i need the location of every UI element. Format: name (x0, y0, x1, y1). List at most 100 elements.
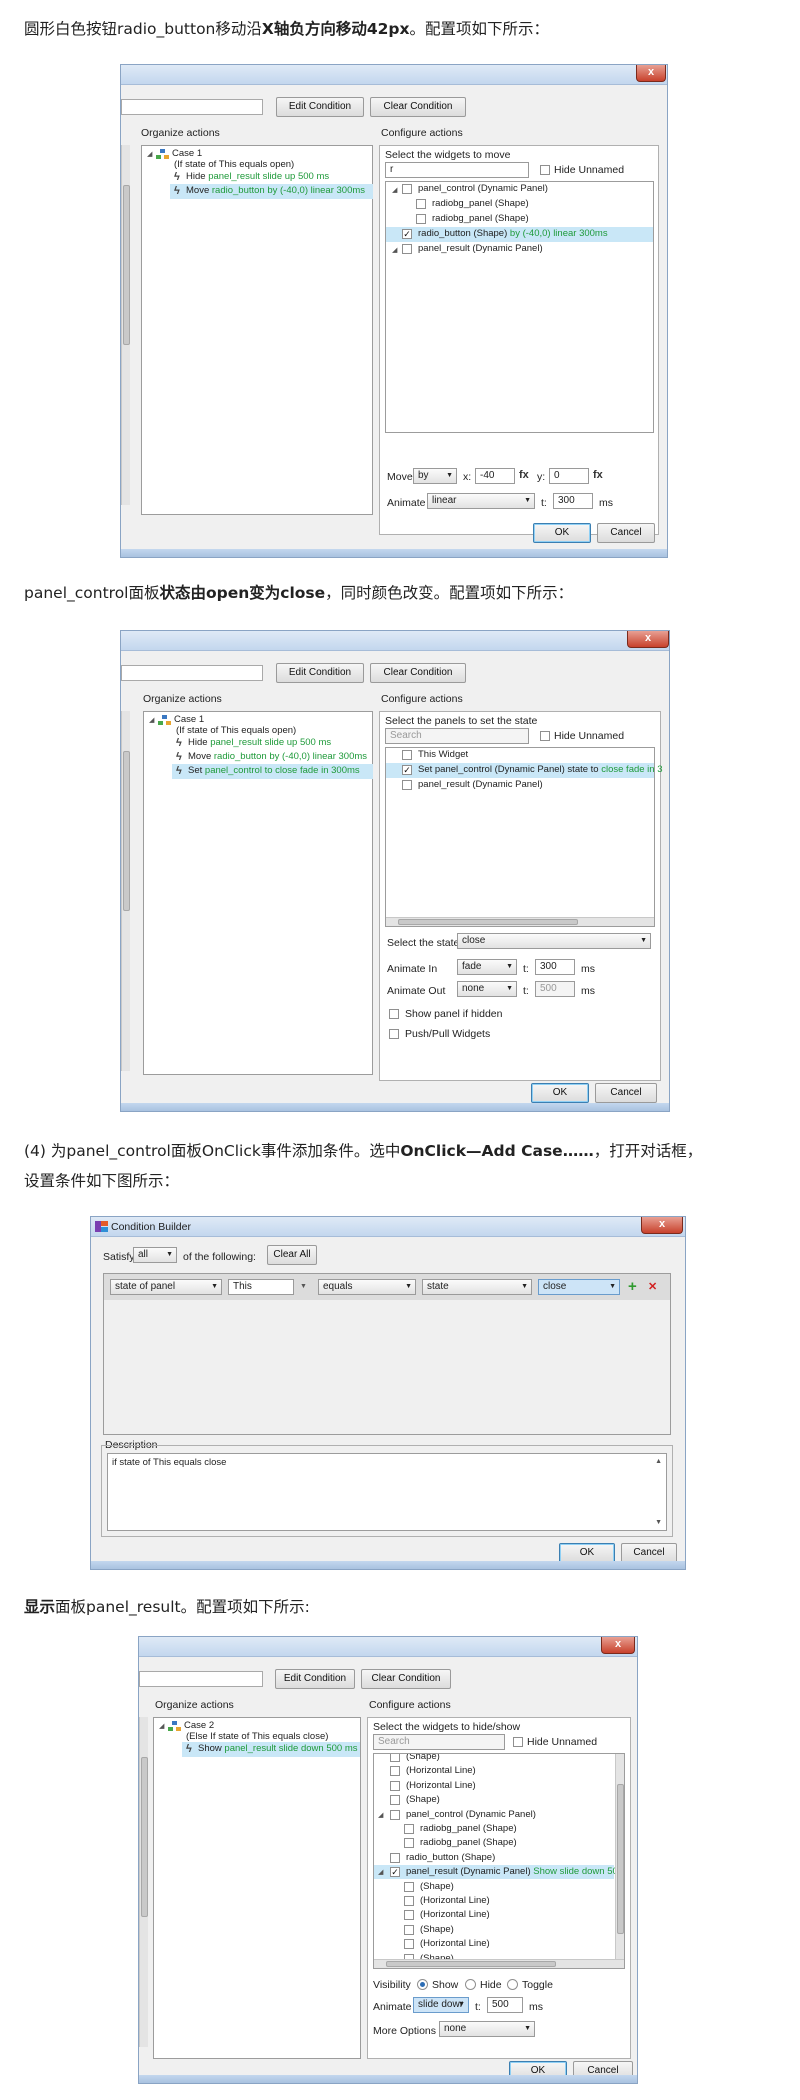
cancel-button[interactable]: Cancel (595, 1083, 657, 1103)
hide-unnamed-checkbox[interactable] (540, 731, 550, 741)
action-hide[interactable]: Hide panel_result slide up 500 ms (186, 170, 329, 184)
tree-item[interactable]: radio_button (Shape) (406, 1851, 495, 1865)
x-fx-button[interactable]: fx (519, 469, 529, 481)
tree-item-panel-control[interactable]: panel_control (Dynamic Panel) (418, 182, 548, 196)
close-icon[interactable]: x (636, 65, 666, 82)
tree-item[interactable]: (Horizontal Line) (406, 1779, 476, 1793)
tree-h-scrollbar[interactable] (374, 1959, 624, 1968)
left-scrollbar[interactable] (121, 711, 130, 1071)
tree-item[interactable]: (Horizontal Line) (420, 1937, 490, 1951)
checkbox[interactable] (404, 1824, 414, 1834)
widget-search-input[interactable]: Search (373, 1734, 505, 1750)
checkbox[interactable] (402, 244, 412, 254)
tree-item[interactable]: radiobg_panel (Shape) (420, 1836, 517, 1850)
tree-item[interactable]: (Shape) (420, 1880, 454, 1894)
checkbox[interactable] (390, 1754, 400, 1762)
more-options-select[interactable]: none ▼ (439, 2021, 535, 2037)
checkbox[interactable] (404, 1924, 414, 1935)
push-pull-checkbox[interactable] (389, 1029, 399, 1039)
state-select[interactable]: close ▼ (457, 933, 651, 949)
expand-icon[interactable]: ◢ (159, 1722, 164, 1730)
scroll-down-icon[interactable]: ▼ (655, 1519, 662, 1526)
scroll-up-icon[interactable]: ▲ (655, 1458, 662, 1465)
checkbox[interactable] (402, 750, 412, 760)
expand-icon[interactable]: ◢ (378, 1811, 383, 1819)
animate-out-select[interactable]: none ▼ (457, 981, 517, 997)
checkbox[interactable] (390, 1809, 400, 1820)
close-icon[interactable]: x (601, 1637, 635, 1654)
condition-field-select[interactable]: state of panel ▼ (110, 1279, 222, 1295)
move-mode-select[interactable]: by ▼ (413, 468, 457, 484)
add-condition-icon[interactable]: + (628, 1278, 637, 1295)
condition-target-input[interactable]: This (228, 1279, 294, 1295)
hide-radio[interactable] (465, 1979, 476, 1990)
chevron-down-icon[interactable]: ▼ (300, 1283, 307, 1290)
checkbox[interactable] (404, 1881, 414, 1892)
time-input[interactable]: 500 (487, 1997, 523, 2013)
cancel-button[interactable]: Cancel (597, 523, 655, 543)
checkbox-checked[interactable]: ✓ (402, 765, 412, 775)
animate-select[interactable]: linear ▼ (427, 493, 535, 509)
hide-unnamed-checkbox[interactable] (513, 1737, 523, 1747)
edit-condition-button[interactable]: Edit Condition (276, 97, 364, 117)
tree-item[interactable]: (Shape) (406, 1793, 440, 1807)
condition-operator-select[interactable]: equals ▼ (318, 1279, 416, 1295)
tree-item-radiobg-1[interactable]: radiobg_panel (Shape) (432, 197, 529, 211)
horizontal-scrollbar[interactable] (386, 917, 654, 926)
checkbox[interactable] (404, 1910, 414, 1921)
tree-item-panel-control[interactable]: Set panel_control (Dynamic Panel) state … (418, 763, 663, 777)
checkbox[interactable] (404, 1939, 414, 1950)
t-in-input[interactable]: 300 (535, 959, 575, 975)
tree-item-radiobg-2[interactable]: radiobg_panel (Shape) (432, 212, 529, 226)
tree-item[interactable]: radiobg_panel (Shape) (420, 1822, 517, 1836)
tree-item-panel-result[interactable]: panel_result (Dynamic Panel) (418, 778, 543, 792)
condition-input[interactable] (121, 99, 263, 115)
clear-condition-button[interactable]: Clear Condition (361, 1669, 451, 1689)
tree-item[interactable]: panel_control (Dynamic Panel) (406, 1808, 536, 1822)
clear-all-button[interactable]: Clear All (267, 1245, 317, 1265)
action-move[interactable]: Move radio_button by (-40,0) linear 300m… (188, 750, 367, 764)
expand-icon[interactable]: ◢ (147, 150, 152, 158)
time-input[interactable]: 300 (553, 493, 593, 509)
ok-button[interactable]: OK (559, 1543, 615, 1563)
checkbox[interactable] (390, 1795, 400, 1806)
y-input[interactable]: 0 (549, 468, 589, 484)
checkbox-checked[interactable]: ✓ (390, 1867, 400, 1878)
checkbox[interactable] (404, 1838, 414, 1849)
toggle-radio[interactable] (507, 1979, 518, 1990)
checkbox[interactable] (390, 1852, 400, 1863)
checkbox[interactable] (404, 1896, 414, 1906)
action-show[interactable]: Show panel_result slide down 500 ms (198, 1742, 358, 1756)
checkbox[interactable] (390, 1766, 400, 1777)
expand-icon[interactable]: ◢ (149, 716, 154, 724)
animate-in-select[interactable]: fade ▼ (457, 959, 517, 975)
panel-search-input[interactable]: Search (385, 728, 529, 744)
tree-item[interactable]: (Horizontal Line) (406, 1764, 476, 1778)
action-set-panel[interactable]: Set panel_control to close fade in 300ms (188, 764, 360, 778)
action-hide[interactable]: Hide panel_result slide up 500 ms (188, 736, 331, 750)
animate-select[interactable]: slide dowr ▼ (413, 1997, 469, 2013)
hide-unnamed-checkbox[interactable] (540, 165, 550, 175)
checkbox[interactable] (402, 184, 412, 194)
expand-icon[interactable]: ◢ (378, 1868, 383, 1876)
tree-item-radio-button[interactable]: radio_button (Shape) by (-40,0) linear 3… (418, 227, 608, 241)
checkbox[interactable] (402, 780, 412, 790)
ok-button[interactable]: OK (531, 1083, 589, 1103)
action-move[interactable]: Move radio_button by (-40,0) linear 300m… (186, 184, 365, 198)
tree-v-scrollbar[interactable] (615, 1754, 624, 1960)
condition-input[interactable] (121, 665, 263, 681)
tree-item-this-widget[interactable]: This Widget (418, 748, 468, 762)
description-text-area[interactable]: if state of This equals close ▲ ▼ (107, 1453, 667, 1531)
tree-item-panel-result[interactable]: panel_result (Dynamic Panel) (418, 242, 543, 256)
tree-item[interactable]: (Shape) (420, 1923, 454, 1937)
widget-search-input[interactable]: r (385, 162, 529, 178)
close-icon[interactable]: x (641, 1217, 683, 1234)
condition-type-select[interactable]: state ▼ (422, 1279, 532, 1295)
expand-icon[interactable]: ◢ (392, 186, 397, 194)
tree-item[interactable]: panel_result (Dynamic Panel) Show slide … (406, 1865, 624, 1879)
show-radio[interactable] (417, 1979, 428, 1990)
condition-value-select[interactable]: close ▼ (538, 1279, 620, 1295)
edit-condition-button[interactable]: Edit Condition (275, 1669, 355, 1689)
checkbox[interactable] (416, 214, 426, 224)
satisfy-select[interactable]: all ▼ (133, 1247, 177, 1263)
